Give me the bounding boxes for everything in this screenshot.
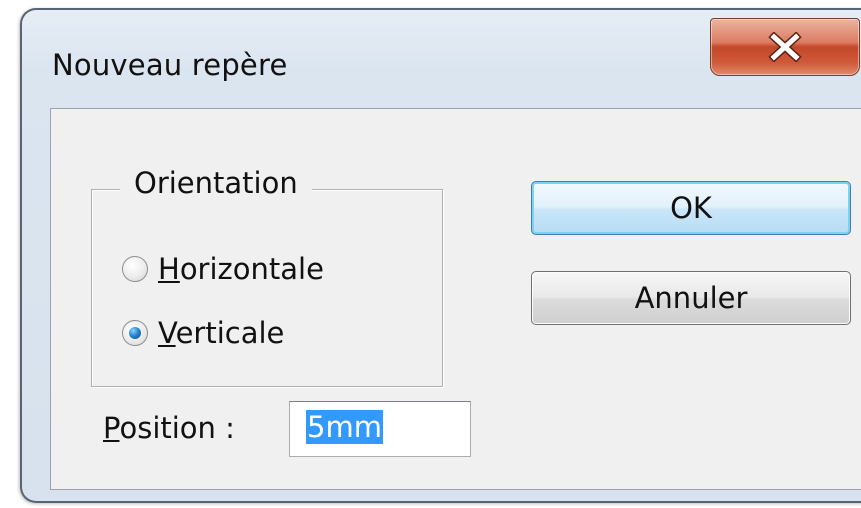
orientation-legend: Orientation [120,166,312,200]
orientation-group: Orientation Horizontale Verticale [91,166,443,387]
radio-verticale[interactable]: Verticale [122,316,284,350]
dialog-content: Orientation Horizontale Verticale OK Ann… [50,108,861,490]
close-button[interactable] [710,18,860,76]
close-x-icon [768,32,802,62]
position-label: Position : [103,411,235,445]
position-input[interactable]: 5mm [289,401,471,457]
dialog-title: Nouveau repère [52,48,288,82]
dialog-window: Nouveau repère Orientation Horizontale V… [20,8,861,503]
radio-horizontale[interactable]: Horizontale [122,252,324,286]
ok-button[interactable]: OK [531,181,851,235]
radio-verticale-label[interactable]: Verticale [158,316,284,350]
cancel-button[interactable]: Annuler [531,271,851,325]
title-bar[interactable]: Nouveau repère [22,10,861,110]
radio-button-unchecked[interactable] [122,256,148,282]
radio-horizontale-label[interactable]: Horizontale [158,252,324,286]
position-value: 5mm [306,410,383,444]
radio-button-checked[interactable] [122,320,148,346]
